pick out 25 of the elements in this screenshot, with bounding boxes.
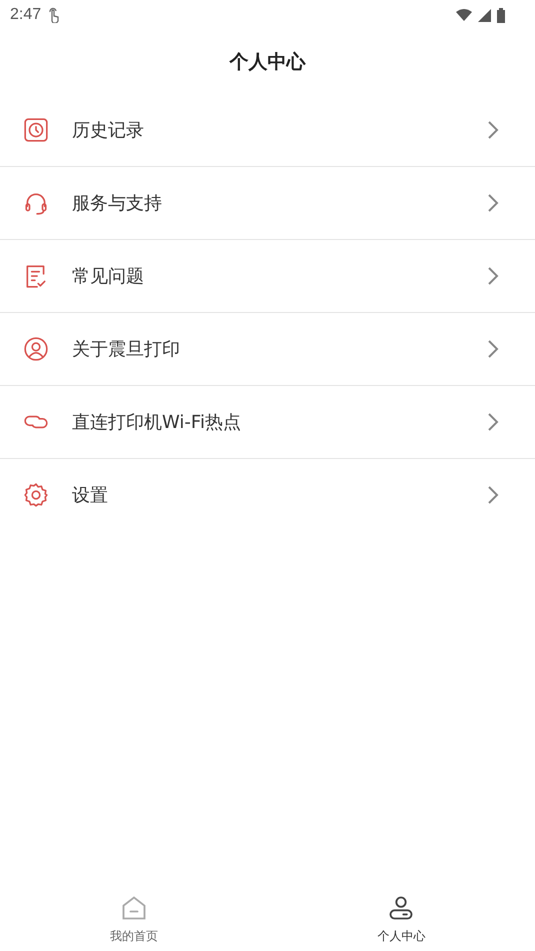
menu-item[interactable]: 历史记录 [0,94,535,167]
chevron-icon [487,120,499,140]
home-icon [120,894,148,922]
user-icon [387,894,416,922]
menu-item[interactable]: 服务与支持 [0,167,535,240]
touch-icon [47,7,62,23]
chevron-icon [487,485,499,505]
status-time: 2:47 [10,6,42,24]
chevron-icon [487,339,499,359]
clock-icon [23,117,49,143]
menu-item[interactable]: 设置 [0,459,535,531]
battery-icon [497,8,505,22]
menu-item[interactable]: 关于震旦打印 [0,313,535,386]
nav-tab[interactable]: 我的首页 [0,879,268,951]
chevron-icon [487,266,499,286]
chevron-icon [487,412,499,432]
signal-icon [478,8,491,22]
menu-item[interactable]: 常见问题 [0,240,535,313]
chevron-icon [487,193,499,213]
nav-tab[interactable]: 个人中心 [268,879,535,951]
menu-item[interactable]: 直连打印机Wi-Fi热点 [0,386,535,459]
user-icon [23,336,49,362]
page-title: 个人中心 [228,50,307,75]
settings-icon [23,482,49,508]
wifi-icon [456,9,472,21]
